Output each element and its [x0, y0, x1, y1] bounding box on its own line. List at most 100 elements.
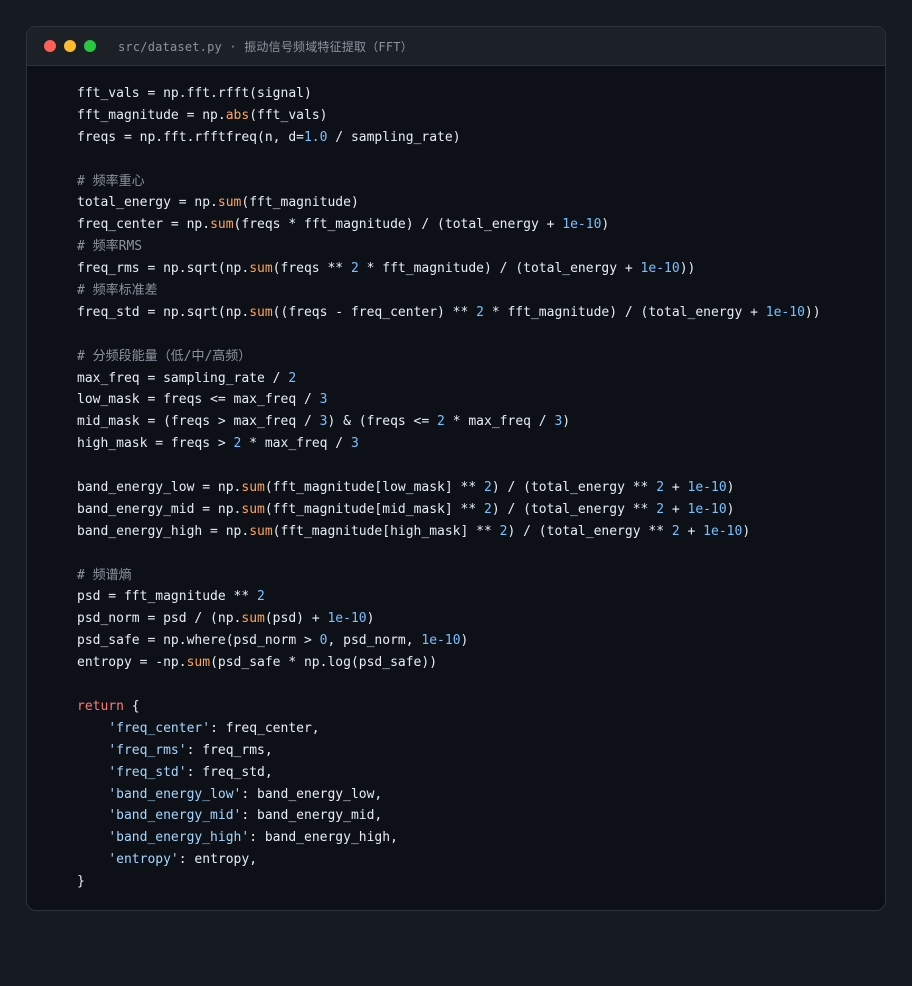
title-bar: src/dataset.py · 振动信号频域特征提取（FFT）	[27, 27, 885, 66]
code-token: )	[726, 501, 735, 517]
code-token-func: sum	[249, 523, 273, 539]
code-token: / sampling_rate)	[327, 129, 461, 145]
code-token: +	[664, 501, 688, 517]
minimize-window-dot[interactable]	[64, 40, 76, 52]
code-token-num: 1e-10	[562, 217, 602, 233]
code-token: : freq_rms,	[186, 742, 273, 758]
code-token-num: 2	[350, 261, 359, 277]
code-token: )	[460, 633, 469, 649]
code-line: # 频率重心	[77, 171, 821, 193]
code-block[interactable]: fft_vals = np.fft.rfft(signal) fft_magnit…	[77, 83, 821, 893]
code-line: return {	[77, 696, 821, 718]
code-token: ) / (total_energy **	[491, 480, 657, 496]
window-title: src/dataset.py · 振动信号频域特征提取（FFT）	[118, 39, 413, 54]
code-token-num: 2	[257, 589, 265, 605]
code-line: }	[77, 871, 821, 893]
code-line: freqs = np.fft.rfftfreq(n, d=1.0 / sampl…	[77, 127, 821, 149]
code-token-comment: # 频率重心	[77, 173, 145, 189]
code-line: psd_safe = np.where(psd_norm > 0, psd_no…	[77, 630, 821, 652]
code-token: psd = fft_magnitude **	[77, 589, 258, 605]
code-token: freq_center = np.	[77, 217, 211, 233]
code-window: src/dataset.py · 振动信号频域特征提取（FFT） fft_val…	[26, 26, 886, 911]
code-token: ((freqs - freq_center) **	[272, 304, 477, 320]
code-token-num: 2	[671, 523, 680, 539]
code-line: band_energy_low = np.sum(fft_magnitude[l…	[77, 477, 821, 499]
code-token-num: 2	[288, 370, 297, 386]
code-line: psd_norm = psd / (np.sum(psd) + 1e-10)	[77, 608, 821, 630]
code-line: psd = fft_magnitude ** 2	[77, 586, 821, 608]
code-token: band_energy_low = np.	[77, 480, 242, 496]
code-line: # 频率标准差	[77, 280, 821, 302]
code-token-num: 2	[484, 501, 492, 517]
code-line: 'entropy': entropy,	[77, 849, 821, 871]
code-token-func: abs	[225, 107, 250, 123]
code-line: mid_mask = (freqs > max_freq / 3) & (fre…	[77, 411, 821, 433]
code-token-func: sum	[249, 304, 273, 320]
close-window-dot[interactable]	[44, 40, 56, 52]
code-token-str: 'freq_rms'	[108, 742, 187, 758]
code-token: : band_energy_low,	[241, 786, 383, 802]
code-token: (psd_safe * np.log(psd_safe))	[210, 655, 438, 671]
code-line: # 分频段能量（低/中/高频）	[77, 346, 821, 368]
code-token: (fft_magnitude[high_mask] **	[272, 523, 500, 539]
code-token: total_energy = np.	[77, 195, 218, 211]
code-line: entropy = -np.sum(psd_safe * np.log(psd_…	[77, 652, 821, 674]
code-token: low_mask = freqs <= max_freq /	[77, 392, 320, 408]
code-token: {	[123, 698, 140, 714]
code-token: * fft_magnitude) / (total_energy +	[358, 261, 641, 277]
code-token-func: sum	[241, 501, 265, 517]
code-line: # 频谱熵	[77, 565, 821, 587]
code-token-num: 1.0	[303, 129, 328, 145]
code-token-func: sum	[217, 195, 242, 211]
code-token: )	[562, 414, 571, 430]
code-token-num: 2	[656, 501, 665, 517]
code-token: (fft_vals)	[249, 107, 328, 123]
code-line: freq_center = np.sum(freqs * fft_magnitu…	[77, 214, 821, 236]
code-token: ))	[679, 261, 696, 277]
code-line: 'band_energy_low': band_energy_low,	[77, 784, 821, 806]
code-token: )	[726, 480, 735, 496]
code-token: * max_freq /	[241, 436, 351, 452]
code-token-num: 1e-10	[687, 480, 727, 496]
code-token-num: 2	[476, 304, 484, 320]
code-token-num: 1e-10	[640, 261, 680, 277]
maximize-window-dot[interactable]	[84, 40, 96, 52]
code-token: freqs = np.fft.rfftfreq(n, d=	[77, 129, 304, 145]
code-token-func: sum	[210, 217, 234, 233]
code-token: )	[742, 523, 751, 539]
code-line: band_energy_high = np.sum(fft_magnitude[…	[77, 521, 821, 543]
code-token: * fft_magnitude) / (total_energy +	[484, 304, 766, 320]
code-token-func: sum	[249, 261, 273, 277]
code-token-func: sum	[186, 655, 211, 671]
code-line: 'freq_center': freq_center,	[77, 718, 821, 740]
code-line: total_energy = np.sum(fft_magnitude)	[77, 192, 821, 214]
code-token-comment: # 频谱熵	[77, 567, 132, 583]
code-token: fft_magnitude = np.	[77, 107, 226, 123]
code-token-num: 3	[350, 436, 359, 452]
code-token: max_freq = sampling_rate /	[77, 370, 289, 386]
code-token: +	[679, 523, 704, 539]
code-token-kw: return	[77, 698, 124, 714]
code-line: low_mask = freqs <= max_freq / 3	[77, 389, 821, 411]
code-line: 'freq_rms': freq_rms,	[77, 740, 821, 762]
code-token: : band_energy_high,	[249, 830, 398, 846]
code-token-num: 1e-10	[327, 611, 367, 627]
code-token-comment: # 分频段能量（低/中/高频）	[77, 348, 252, 364]
code-token: high_mask = freqs >	[77, 436, 234, 452]
code-token: (fft_magnitude)	[241, 195, 359, 211]
code-line: max_freq = sampling_rate / 2	[77, 368, 821, 390]
code-token-comment: # 频率RMS	[77, 239, 143, 255]
code-token: (freqs **	[272, 261, 351, 277]
code-token-str: 'band_energy_low'	[108, 786, 242, 802]
code-token: ) / (total_energy **	[491, 501, 657, 517]
code-token: ))	[804, 304, 821, 320]
code-token: +	[664, 480, 688, 496]
code-token: ) / (total_energy **	[507, 523, 672, 539]
